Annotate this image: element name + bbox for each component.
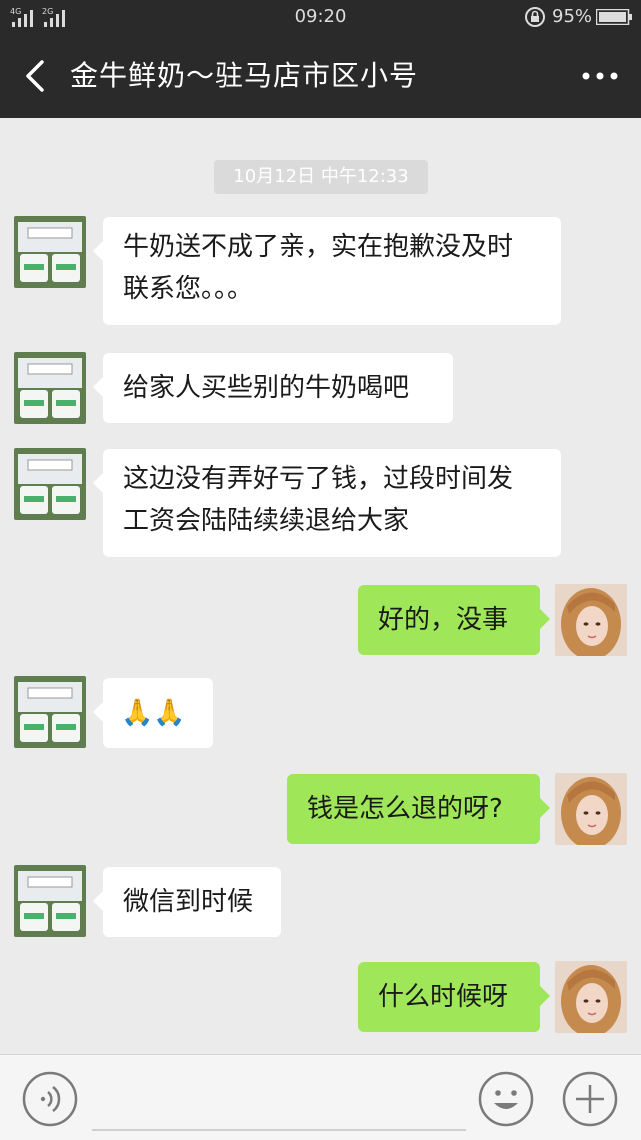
message-timestamp: 10月12日 中午12:33 xyxy=(214,160,428,194)
chat-title: 金牛鲜奶～驻马店市区小号 xyxy=(70,59,419,92)
user-portrait-avatar-image xyxy=(555,961,627,1033)
contact-avatar[interactable] xyxy=(14,865,86,937)
more-button[interactable] xyxy=(575,60,625,92)
user-portrait-avatar-image xyxy=(555,584,627,656)
message-text-line: 给家人买些别的牛奶喝吧 xyxy=(123,373,410,403)
incoming-message-bubble[interactable]: 牛奶送不成了亲，实在抱歉没及时 联系您。。。 xyxy=(93,217,561,325)
message-text-line: 🙏🙏 xyxy=(121,698,186,728)
incoming-message-bubble[interactable]: 这边没有弄好亏了钱，过段时间发 工资会陆陆续续退给大家 xyxy=(93,449,561,557)
message-text-line: 什么时候呀 xyxy=(378,982,509,1012)
user-portrait-avatar-image xyxy=(555,773,627,845)
battery-icon xyxy=(596,9,632,25)
back-button[interactable] xyxy=(18,56,54,96)
voice-icon xyxy=(40,1086,61,1112)
rotation-lock-icon xyxy=(525,7,545,27)
voice-button[interactable] xyxy=(22,1071,78,1127)
message-text-line: 钱是怎么退的呀? xyxy=(307,794,503,824)
message-text-line: 工资会陆陆续续退给大家 xyxy=(123,506,410,536)
milk-box-avatar-image xyxy=(14,448,86,520)
outgoing-message-bubble[interactable]: 什么时候呀 xyxy=(358,962,550,1032)
message-text-line: 微信到时候 xyxy=(123,887,254,917)
my-avatar[interactable] xyxy=(555,773,627,845)
milk-box-avatar-image xyxy=(14,216,86,288)
message-text-line: 这边没有弄好亏了钱，过段时间发 xyxy=(123,464,514,494)
chevron-left-icon xyxy=(26,60,44,92)
contact-avatar[interactable] xyxy=(14,448,86,520)
incoming-message-bubble[interactable]: 🙏🙏 xyxy=(93,678,213,748)
my-avatar[interactable] xyxy=(555,961,627,1033)
more-horizontal-icon xyxy=(582,72,618,80)
emoji-button[interactable] xyxy=(478,1071,534,1127)
message-input[interactable] xyxy=(92,1071,466,1131)
battery-percentage: 95% xyxy=(552,6,593,27)
outgoing-message-bubble[interactable]: 钱是怎么退的呀? xyxy=(287,774,550,844)
contact-avatar[interactable] xyxy=(14,216,86,288)
milk-box-avatar-image xyxy=(14,865,86,937)
message-text-line: 好的，没事 xyxy=(378,605,509,635)
my-avatar[interactable] xyxy=(555,584,627,656)
chat-screen: 4G 2G 09:20 95% 金牛鲜奶～驻马店市区小号 10月12日 中午12… xyxy=(0,0,641,1140)
message-text-line: 牛奶送不成了亲，实在抱歉没及时 xyxy=(123,232,514,262)
milk-box-avatar-image xyxy=(14,352,86,424)
emoji-icon xyxy=(478,1071,534,1127)
milk-box-avatar-image xyxy=(14,676,86,748)
plus-icon xyxy=(562,1071,618,1127)
status-bar: 4G 2G 09:20 95% xyxy=(0,0,641,34)
input-bar xyxy=(0,1054,641,1140)
outgoing-message-bubble[interactable]: 好的，没事 xyxy=(358,585,550,655)
title-bar: 金牛鲜奶～驻马店市区小号 xyxy=(0,34,641,118)
plus-button[interactable] xyxy=(562,1071,618,1127)
incoming-message-bubble[interactable]: 给家人买些别的牛奶喝吧 xyxy=(93,353,453,423)
message-text-line: 联系您。。。 xyxy=(123,274,254,304)
contact-avatar[interactable] xyxy=(14,676,86,748)
incoming-message-bubble[interactable]: 微信到时候 xyxy=(93,867,281,937)
contact-avatar[interactable] xyxy=(14,352,86,424)
